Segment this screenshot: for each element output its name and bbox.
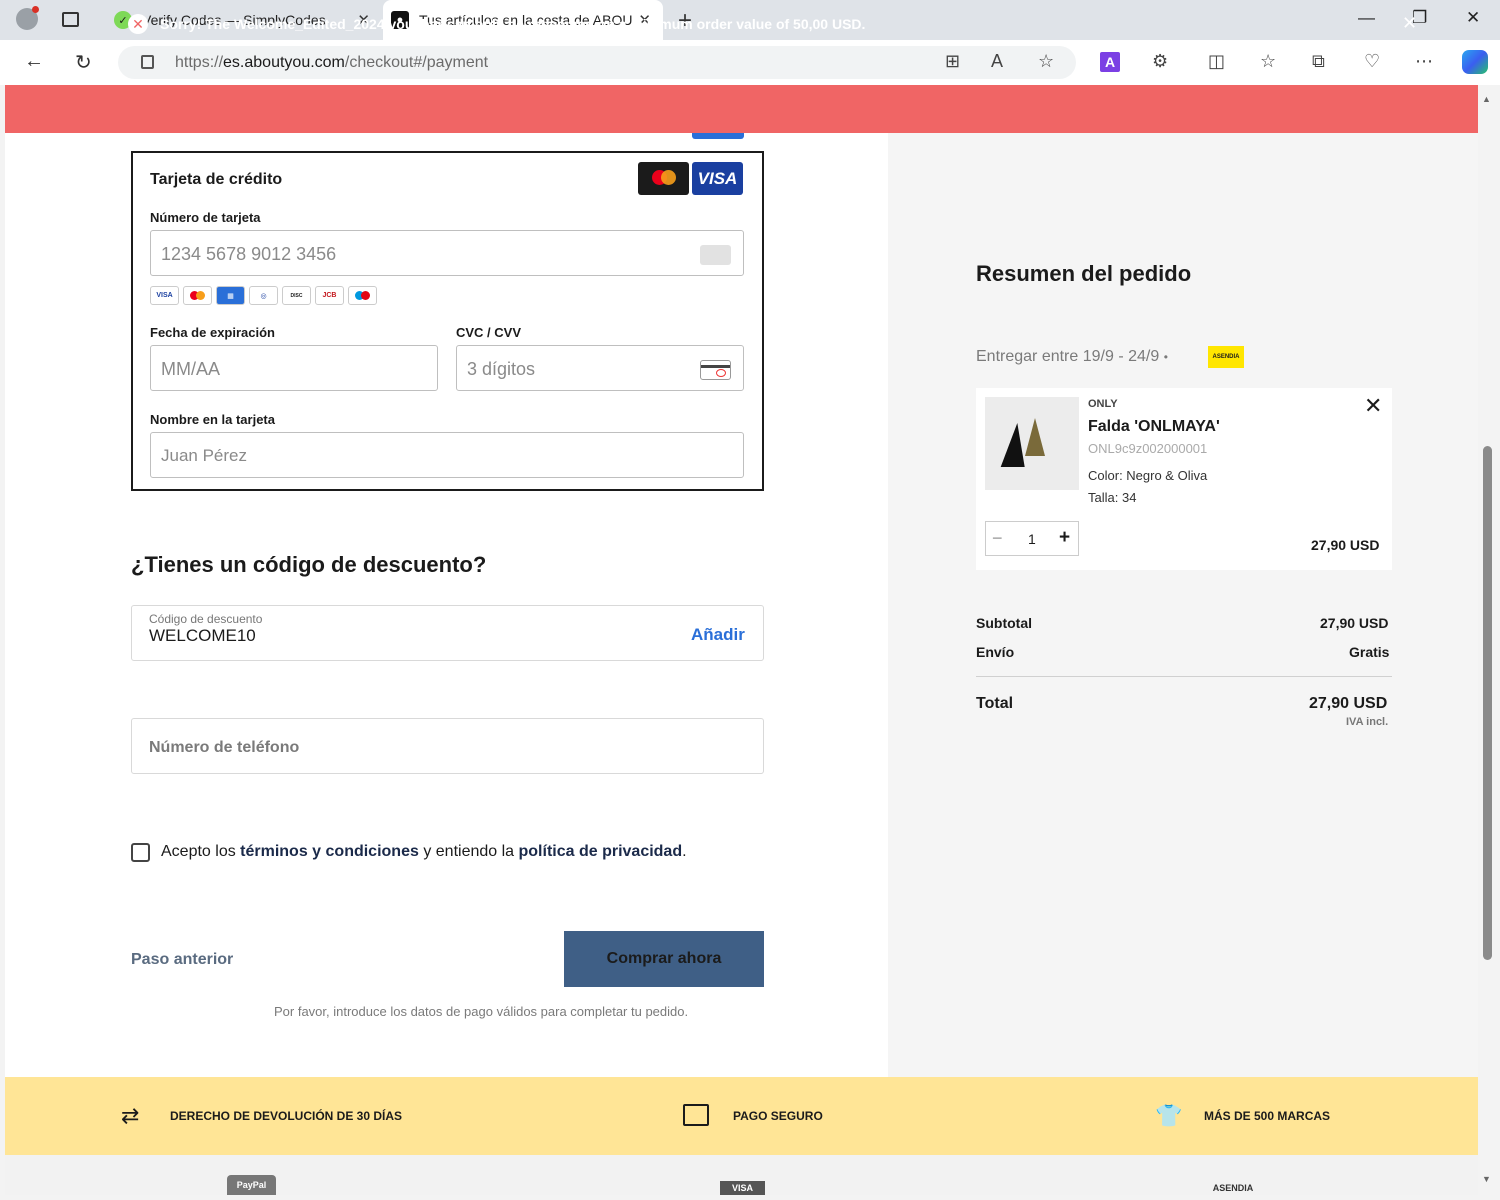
split-screen-icon[interactable]: ◫ xyxy=(1208,51,1225,72)
extension-a-icon[interactable]: A xyxy=(1100,52,1120,72)
brands-benefit: MÁS DE 500 MARCAS xyxy=(1204,1109,1331,1123)
visa-footer-logo: VISA xyxy=(720,1181,765,1195)
item-price: 27,90 USD xyxy=(1311,537,1380,553)
discount-code-input[interactable]: WELCOME10 xyxy=(149,626,256,646)
alert-close-icon[interactable]: ✕ xyxy=(1402,13,1417,34)
voucher-error-alert xyxy=(5,85,1478,133)
total-label: Total xyxy=(976,695,1014,712)
accepted-cards-list: VISA ▦ ◎ DISC JCB xyxy=(150,286,377,305)
mastercard-brand-icon xyxy=(183,286,212,305)
error-icon: ✕ xyxy=(128,14,148,34)
vat-note: IVA incl. xyxy=(1346,716,1389,728)
expiry-label: Fecha de expiración xyxy=(150,325,275,340)
jcb-brand-icon: JCB xyxy=(315,286,344,305)
total-value: 27,90 USD xyxy=(1309,695,1388,712)
returns-benefit: DERECHO DE DEVOLUCIÓN DE 30 DÍAS xyxy=(170,1109,403,1123)
asendia-footer-logo: ASENDIA xyxy=(1212,1183,1254,1193)
shirt-icon: 👕 xyxy=(1155,1103,1183,1128)
subtotal-label: Subtotal xyxy=(976,615,1032,631)
summary-divider xyxy=(976,676,1392,677)
shipping-label: Envío xyxy=(976,644,1015,660)
terms-checkbox[interactable] xyxy=(131,843,150,862)
credit-card-icon xyxy=(700,245,731,265)
secure-payment-benefit: PAGO SEGURO xyxy=(733,1109,823,1123)
black-skirt-shape xyxy=(1000,423,1030,467)
amex-brand-icon: ▦ xyxy=(216,286,245,305)
product-color: Color: Negro & Oliva xyxy=(1088,468,1208,483)
payment-hint: Por favor, introduce los datos de pago v… xyxy=(274,1004,689,1019)
expiry-placeholder: MM/AA xyxy=(161,359,221,379)
expiry-input[interactable]: MM/AA xyxy=(150,345,438,391)
tab-actions-icon[interactable] xyxy=(62,12,79,27)
decrease-quantity-button[interactable]: − xyxy=(992,528,1003,549)
card-number-label: Número de tarjeta xyxy=(150,210,261,225)
subtotal-value: 27,90 USD xyxy=(1320,615,1389,631)
product-sku: ONL9c9z002000001 xyxy=(1088,441,1208,456)
app-available-icon[interactable]: ⊞ xyxy=(945,51,960,72)
profile-notification-dot xyxy=(32,6,39,13)
minimize-icon[interactable]: — xyxy=(1358,8,1375,28)
previous-step-link[interactable]: Paso anterior xyxy=(131,951,233,969)
terms-text: Acepto los términos y condiciones y enti… xyxy=(161,843,687,860)
read-aloud-icon[interactable]: A xyxy=(991,51,1003,72)
visa-brand-icon: VISA xyxy=(150,286,179,305)
cardholder-label: Nombre en la tarjeta xyxy=(150,412,275,427)
privacy-link[interactable]: política de privacidad xyxy=(519,843,683,860)
scrollbar-thumb[interactable] xyxy=(1483,446,1492,960)
card-number-placeholder: 1234 5678 9012 3456 xyxy=(161,244,337,264)
discount-heading: ¿Tienes un código de descuento? xyxy=(131,552,487,577)
paypal-logo: PayPal xyxy=(227,1175,276,1195)
order-summary-title: Resumen del pedido xyxy=(976,261,1192,286)
remove-item-icon[interactable]: ✕ xyxy=(1364,393,1382,419)
credit-card-title: Tarjeta de crédito xyxy=(150,171,283,188)
asendia-logo: ASENDIA xyxy=(1208,346,1244,368)
mastercard-logo xyxy=(638,162,689,195)
lock-icon[interactable] xyxy=(141,55,154,69)
terms-link[interactable]: términos y condiciones xyxy=(240,843,419,860)
refresh-icon[interactable]: ↻ xyxy=(75,50,92,75)
maestro-brand-icon xyxy=(348,286,377,305)
buy-now-button[interactable]: Comprar ahora xyxy=(564,931,764,987)
collections-icon[interactable]: ⧉ xyxy=(1312,51,1325,72)
favorite-star-icon[interactable]: ☆ xyxy=(1038,51,1054,72)
product-size: Talla: 34 xyxy=(1088,490,1137,505)
shipping-value: Gratis xyxy=(1349,644,1390,660)
diners-brand-icon: ◎ xyxy=(249,286,278,305)
quantity-value: 1 xyxy=(1028,531,1036,547)
alert-message: Sorry! The Welcome_Edited_2024 voucher c… xyxy=(160,16,866,32)
more-options-icon[interactable]: ⋯ xyxy=(1415,51,1433,72)
url-text[interactable]: https://es.aboutyou.com/checkout#/paymen… xyxy=(175,54,488,72)
cvc-placeholder: 3 dígitos xyxy=(467,359,536,379)
increase-quantity-button[interactable]: + xyxy=(1059,527,1070,549)
back-icon[interactable]: ← xyxy=(24,50,44,73)
scroll-down-icon[interactable]: ▼ xyxy=(1482,1174,1491,1184)
discover-brand-icon: DISC xyxy=(282,286,311,305)
cvc-input[interactable]: 3 dígitos xyxy=(456,345,744,391)
product-brand: ONLY xyxy=(1088,398,1118,410)
favorites-icon[interactable]: ☆ xyxy=(1260,51,1276,72)
phone-number-placeholder: Número de teléfono xyxy=(149,739,300,756)
previous-option-edge xyxy=(692,133,744,139)
product-name[interactable]: Falda 'ONLMAYA' xyxy=(1088,418,1220,436)
cvc-label: CVC / CVV xyxy=(456,325,522,340)
cardholder-placeholder: Juan Pérez xyxy=(161,446,247,465)
card-number-input[interactable]: 1234 5678 9012 3456 xyxy=(150,230,744,276)
extensions-icon[interactable]: ⚙ xyxy=(1152,51,1168,72)
window-close-icon[interactable]: ✕ xyxy=(1466,8,1480,28)
copilot-icon[interactable] xyxy=(1462,50,1488,74)
visa-logo: VISA xyxy=(692,162,743,195)
returns-arrows-icon: ⇄ xyxy=(121,1103,140,1128)
cvc-card-icon xyxy=(700,360,731,380)
browser-essentials-icon[interactable]: ♡ xyxy=(1364,51,1380,72)
cardholder-input[interactable]: Juan Pérez xyxy=(150,432,744,478)
discount-code-label: Código de descuento xyxy=(149,612,263,626)
add-discount-button[interactable]: Añadir xyxy=(691,625,745,645)
secure-payment-icon xyxy=(683,1104,709,1126)
delivery-window: Entregar entre 19/9 - 24/9 • xyxy=(976,348,1168,365)
scroll-up-icon[interactable]: ▲ xyxy=(1482,94,1491,104)
